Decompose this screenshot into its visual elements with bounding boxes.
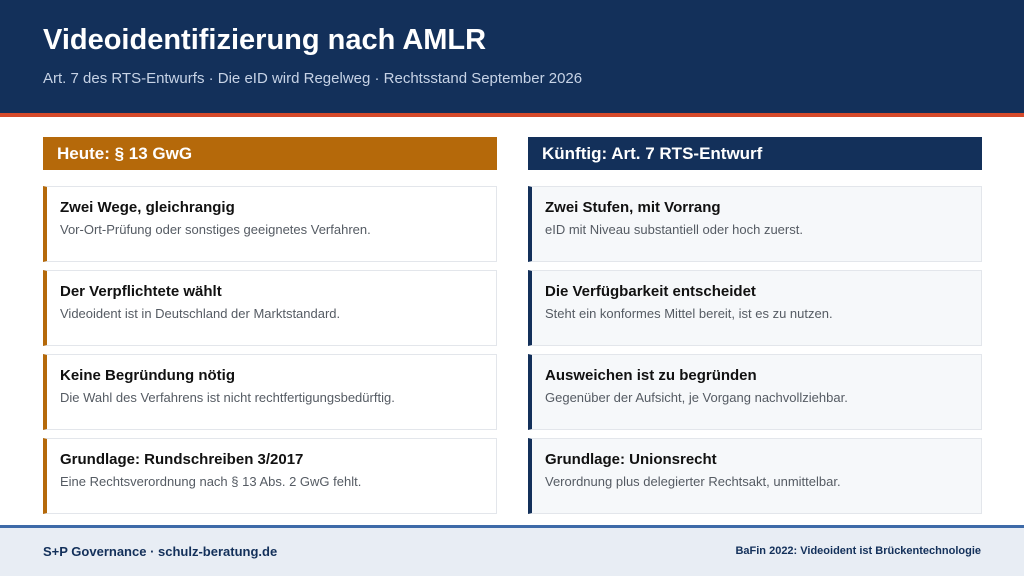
footer-note: BaFin 2022: Videoident ist Brückentechno… bbox=[735, 545, 981, 557]
column-future-heading: Künftig: Art. 7 RTS-Entwurf bbox=[528, 137, 982, 170]
card-text: Videoident ist in Deutschland der Markts… bbox=[60, 306, 341, 321]
slide-header: Videoidentifizierung nach AMLR Art. 7 de… bbox=[0, 0, 1024, 113]
card-title: Zwei Wege, gleichrangig bbox=[60, 199, 235, 216]
card-title: Die Verfügbarkeit entscheidet bbox=[545, 283, 756, 300]
slide-title: Videoidentifizierung nach AMLR bbox=[43, 24, 487, 56]
future-card: Die Verfügbarkeit entscheidet Steht ein … bbox=[528, 270, 982, 346]
column-today-heading: Heute: § 13 GwG bbox=[43, 137, 497, 170]
today-card: Keine Begründung nötig Die Wahl des Verf… bbox=[43, 354, 497, 430]
card-text: Gegenüber der Aufsicht, je Vorgang nachv… bbox=[545, 390, 848, 405]
card-title: Ausweichen ist zu begründen bbox=[545, 367, 757, 384]
card-text: Verordnung plus delegierter Rechtsakt, u… bbox=[545, 474, 841, 489]
card-text: eID mit Niveau substantiell oder hoch zu… bbox=[545, 222, 803, 237]
today-card: Der Verpflichtete wählt Videoident ist i… bbox=[43, 270, 497, 346]
today-card: Zwei Wege, gleichrangig Vor-Ort-Prüfung … bbox=[43, 186, 497, 262]
card-text: Die Wahl des Verfahrens ist nicht rechtf… bbox=[60, 390, 395, 405]
column-today: Heute: § 13 GwG Zwei Wege, gleichrangig … bbox=[43, 137, 497, 514]
card-title: Grundlage: Rundschreiben 3/2017 bbox=[60, 451, 304, 468]
card-title: Keine Begründung nötig bbox=[60, 367, 235, 384]
footer-brand: S+P Governance · schulz-beratung.de bbox=[43, 544, 278, 559]
future-card: Grundlage: Unionsrecht Verordnung plus d… bbox=[528, 438, 982, 514]
header-accent-rule bbox=[0, 113, 1024, 117]
slide-footer: S+P Governance · schulz-beratung.de BaFi… bbox=[0, 528, 1024, 576]
column-future: Künftig: Art. 7 RTS-Entwurf Zwei Stufen,… bbox=[528, 137, 982, 514]
slide-subtitle: Art. 7 des RTS-Entwurfs · Die eID wird R… bbox=[43, 70, 583, 87]
card-text: Vor-Ort-Prüfung oder sonstiges geeignete… bbox=[60, 222, 371, 237]
card-text: Steht ein konformes Mittel bereit, ist e… bbox=[545, 306, 833, 321]
future-card: Zwei Stufen, mit Vorrang eID mit Niveau … bbox=[528, 186, 982, 262]
future-card: Ausweichen ist zu begründen Gegenüber de… bbox=[528, 354, 982, 430]
card-text: Eine Rechtsverordnung nach § 13 Abs. 2 G… bbox=[60, 474, 362, 489]
today-card: Grundlage: Rundschreiben 3/2017 Eine Rec… bbox=[43, 438, 497, 514]
card-title: Zwei Stufen, mit Vorrang bbox=[545, 199, 721, 216]
card-title: Der Verpflichtete wählt bbox=[60, 283, 222, 300]
card-title: Grundlage: Unionsrecht bbox=[545, 451, 717, 468]
